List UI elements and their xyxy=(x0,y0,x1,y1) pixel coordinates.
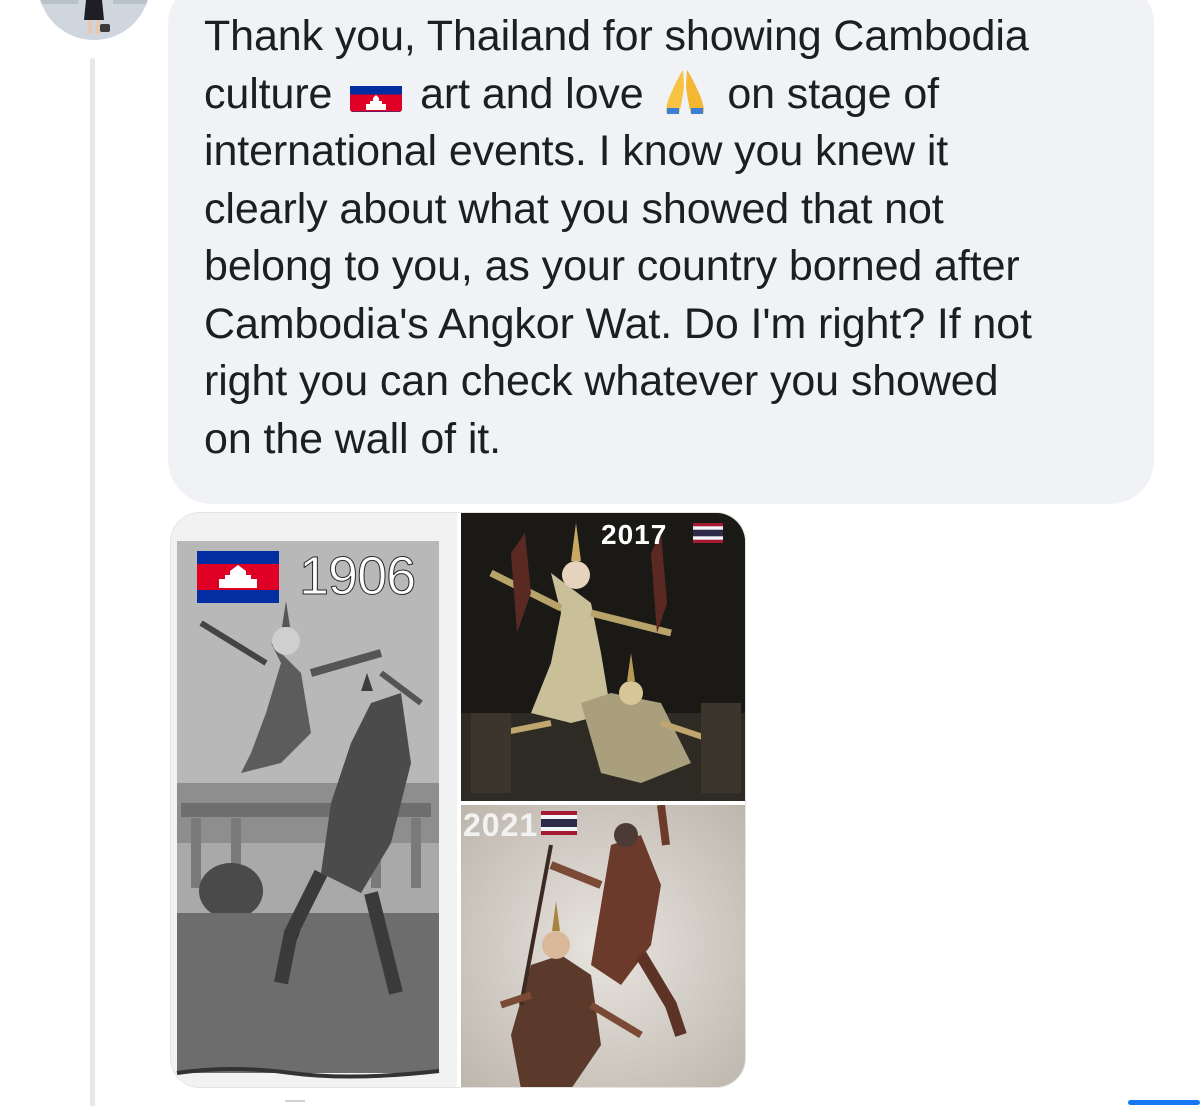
cambodia-flag-icon xyxy=(350,78,403,112)
comment-line: Cambodia's Angkor Wat. Do I'm right? If … xyxy=(204,299,1032,348)
comment-line: on the wall of it. xyxy=(204,414,501,463)
attached-image[interactable]: 1906 2017 2021 xyxy=(170,512,746,1088)
comment-line: international events. I know you knew it xyxy=(204,127,949,175)
thread-line xyxy=(90,58,95,1106)
comment-line: culture art and love on stage of xyxy=(204,66,1134,124)
comment-word: art and love xyxy=(420,69,644,118)
comment-word: on stage of xyxy=(727,69,940,118)
year-label-2017: 2017 xyxy=(601,519,668,550)
dancers-photo-2021 xyxy=(461,805,745,1087)
comment-line: belong to you, as your country borned af… xyxy=(204,242,1020,290)
avatar[interactable] xyxy=(38,0,150,40)
next-comment-hint xyxy=(1128,1100,1200,1105)
photo-1906: 1906 xyxy=(171,513,457,1087)
avatar-photo xyxy=(38,0,150,40)
collage-divider xyxy=(461,801,745,805)
next-comment-hint xyxy=(285,1100,305,1102)
year-label-1906: 1906 xyxy=(298,546,416,607)
comment-line: Thank you, Thailand for showing Cambodia xyxy=(204,12,1029,60)
photo-2021: 2021 xyxy=(461,805,745,1087)
thailand-flag-icon xyxy=(693,523,723,543)
photo-2017: 2017 xyxy=(461,513,745,801)
comment-word: culture xyxy=(204,69,333,118)
dancers-photo-2017 xyxy=(461,513,745,801)
thailand-flag-icon xyxy=(541,811,577,835)
comment-line: clearly about what you showed that not xyxy=(204,184,944,233)
folded-hands-icon xyxy=(661,66,709,116)
comment-line: right you can check whatever you showed xyxy=(204,357,999,405)
year-label-2021: 2021 xyxy=(463,807,539,843)
comment-text: Thank you, Thailand for showing Cambodia… xyxy=(204,8,1134,468)
